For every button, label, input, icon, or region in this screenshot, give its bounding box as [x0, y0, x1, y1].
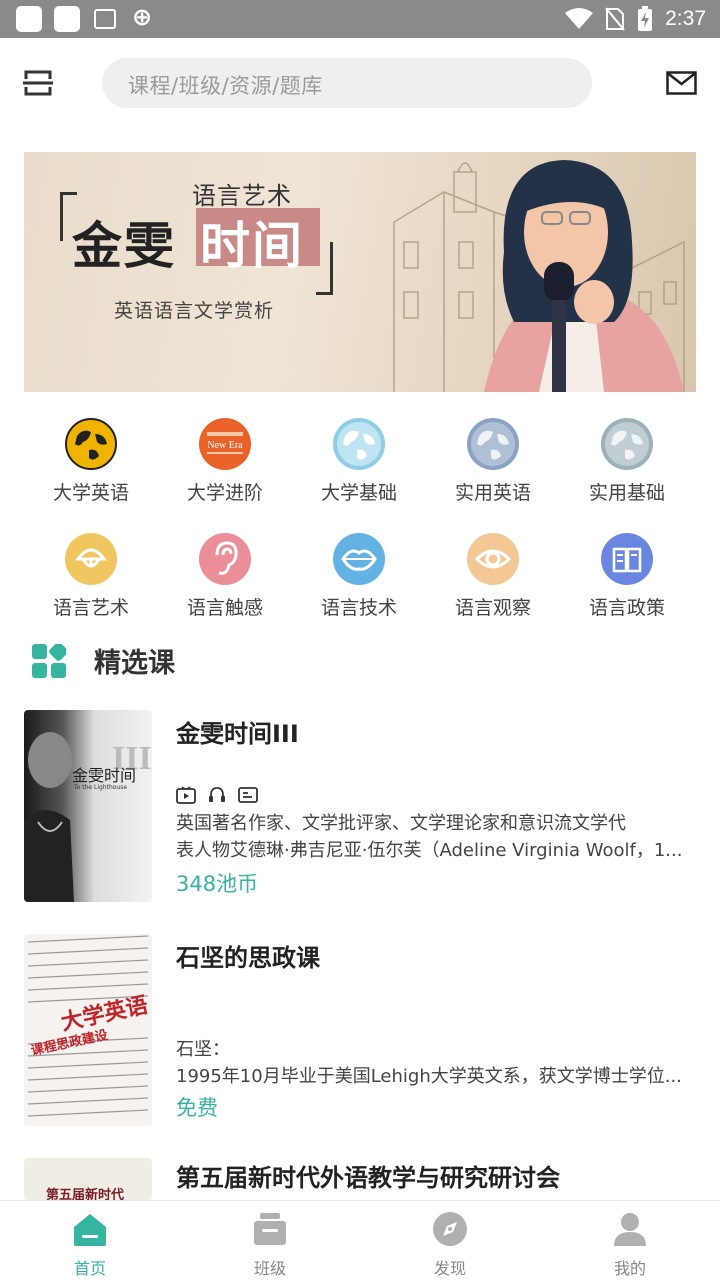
globe-icon — [333, 418, 385, 470]
ear-icon — [199, 533, 251, 585]
course-title: 石坚的思政课 — [176, 944, 320, 972]
book-icon — [601, 533, 653, 585]
category-label: 语言技术 — [320, 597, 397, 619]
course-description: 石坚： 1995年10月毕业于美国Lehigh大学英文系，获文学博士学位... — [176, 1036, 692, 1090]
nav-profile[interactable]: 我的 — [540, 1201, 720, 1281]
category-label: 语言触感 — [186, 597, 263, 619]
banner-title: 金雯 — [72, 217, 176, 275]
speaker-photo — [484, 160, 684, 392]
description-line: 1995年10月毕业于美国Lehigh大学英文系，获文学博士学位... — [176, 1066, 682, 1087]
course-card[interactable]: III 金雯时间 To the Lighthouse 金雯时间III 英国著名作… — [24, 710, 696, 902]
category-yuyan-chugan[interactable]: 语言触感 — [158, 533, 292, 620]
thumbnail-subtitle: To the Lighthouse — [74, 784, 128, 791]
video-icon — [176, 786, 196, 804]
category-label: 大学基础 — [320, 482, 397, 504]
search-input[interactable]: 课程/班级/资源/题库 — [102, 58, 592, 108]
image-notification-icon — [94, 9, 116, 29]
class-icon — [254, 1213, 286, 1245]
course-card[interactable]: 第五届新时代 第五届新时代外语教学与研究研讨会 — [24, 1158, 696, 1200]
banner-caption: 英语语言文学赏析 — [114, 300, 275, 322]
no-sim-icon — [605, 7, 625, 31]
nav-label: 发现 — [433, 1259, 466, 1278]
description-line: 表人物艾德琳·弗吉尼亚·伍尔芙（Adeline Virginia Woolf，1… — [176, 840, 683, 861]
nav-home[interactable]: 首页 — [0, 1201, 180, 1281]
lips-icon — [333, 533, 385, 585]
profile-icon — [614, 1213, 646, 1246]
description-line: 石坚： — [176, 1039, 230, 1060]
category-label: 语言政策 — [588, 597, 665, 619]
nav-label: 我的 — [613, 1259, 646, 1278]
nav-label: 首页 — [73, 1259, 106, 1278]
thumbnail-title: 第五届新时代 — [46, 1188, 125, 1200]
banner-title-highlighted: 时间 — [200, 217, 304, 275]
app-notification-icon: ⊕ — [132, 3, 153, 31]
category-label: 大学进阶 — [186, 482, 263, 504]
course-description: 英国著名作家、文学批评家、文学理论家和意识流文学代 表人物艾德琳·弗吉尼亚·伍尔… — [176, 810, 692, 864]
svg-text:New Era: New Era — [207, 440, 243, 451]
scan-icon[interactable] — [22, 68, 54, 98]
compass-icon — [433, 1212, 467, 1246]
course-thumbnail: III 金雯时间 To the Lighthouse — [24, 710, 152, 902]
wifi-icon — [565, 8, 594, 29]
thumbnail-title: 金雯时间 — [72, 766, 137, 785]
mail-icon[interactable] — [666, 71, 697, 95]
nav-label: 班级 — [253, 1259, 286, 1278]
top-bar: 课程/班级/资源/题库 — [0, 38, 720, 130]
category-daxue-yingyu[interactable]: 大学英语 — [24, 418, 158, 505]
globe-icon — [467, 418, 519, 470]
nav-class[interactable]: 班级 — [180, 1201, 360, 1281]
course-title: 第五届新时代外语教学与研究研讨会 — [176, 1164, 560, 1192]
category-label: 语言观察 — [454, 597, 531, 619]
notification-icon — [16, 6, 42, 32]
category-shiyong-yingyu[interactable]: 实用英语 — [426, 418, 560, 505]
course-thumbnail: 大学英语 课程思政建设 — [24, 934, 152, 1126]
home-icon — [74, 1214, 106, 1246]
bottom-navigation: 首页 班级 发现 我的 — [0, 1200, 720, 1281]
featured-section-title: 精选课 — [94, 648, 175, 679]
course-card[interactable]: 大学英语 课程思政建设 石坚的思政课 石坚： 1995年10月毕业于美国Lehi… — [24, 934, 696, 1126]
category-label: 大学英语 — [52, 482, 129, 504]
course-price: 免费 — [176, 1096, 218, 1120]
category-daxue-jichu[interactable]: 大学基础 — [292, 418, 426, 505]
battery-icon — [638, 6, 653, 31]
category-label: 实用英语 — [454, 482, 531, 504]
globe-icon — [65, 418, 117, 470]
course-thumbnail: 第五届新时代 — [24, 1158, 152, 1200]
course-type-icons — [176, 786, 258, 804]
course-title: 金雯时间III — [176, 720, 299, 748]
category-label: 语言艺术 — [52, 597, 129, 619]
book-cover-icon: New Era — [199, 418, 251, 470]
search-placeholder: 课程/班级/资源/题库 — [128, 74, 323, 98]
promo-banner[interactable]: 语言艺术 金雯 时间 英语语言文学赏析 — [24, 152, 696, 392]
category-yuyan-jishu[interactable]: 语言技术 — [292, 533, 426, 620]
category-yuyan-guancha[interactable]: 语言观察 — [426, 533, 560, 620]
category-label: 实用基础 — [588, 482, 665, 504]
document-icon — [238, 787, 258, 803]
globe-icon — [601, 418, 653, 470]
category-yuyan-yishu[interactable]: 语言艺术 — [24, 533, 158, 620]
description-line: 英国著名作家、文学批评家、文学理论家和意识流文学代 — [176, 813, 626, 834]
course-price: 348池币 — [176, 872, 259, 896]
status-bar: ⊕ 2:37 — [0, 0, 720, 38]
featured-icon — [32, 644, 66, 678]
eye-icon — [467, 533, 519, 585]
category-daxue-jinjie[interactable]: New Era 大学进阶 — [158, 418, 292, 505]
notification-icon — [54, 6, 80, 32]
nav-discover[interactable]: 发现 — [360, 1201, 540, 1281]
mouth-icon — [65, 533, 117, 585]
category-yuyan-zhengce[interactable]: 语言政策 — [560, 533, 694, 620]
clock: 2:37 — [665, 7, 706, 30]
category-shiyong-jichu[interactable]: 实用基础 — [560, 418, 694, 505]
audio-icon — [209, 787, 225, 802]
